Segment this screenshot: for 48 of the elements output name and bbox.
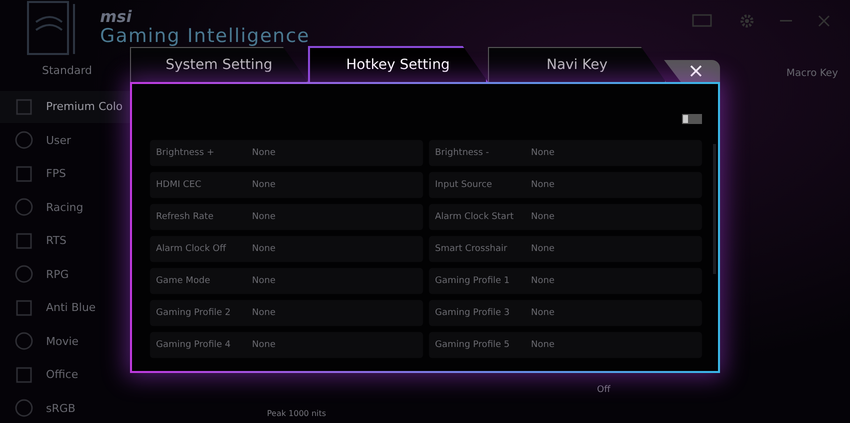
setting-value: Off: [597, 385, 610, 395]
sidebar-item[interactable]: User: [0, 124, 145, 156]
hotkey-row[interactable]: Brightness + None: [150, 140, 423, 166]
sidebar-item[interactable]: Anti Blue: [0, 292, 145, 324]
mode-icon: [14, 298, 34, 318]
close-icon: [690, 65, 702, 77]
hotkey-row[interactable]: Alarm Clock Start None: [429, 204, 702, 230]
mode-icon: [14, 130, 34, 150]
hotkey-row[interactable]: Brightness - None: [429, 140, 702, 166]
dialog-tab[interactable]: System Setting: [130, 47, 308, 82]
mode-icon: [14, 264, 34, 284]
sidebar-item[interactable]: Office: [0, 359, 145, 390]
app-title: Gaming Intelligence: [100, 25, 310, 47]
mode-icon: [14, 230, 34, 251]
mode-icon: [14, 364, 34, 385]
hotkey-row[interactable]: Game Mode None: [150, 268, 423, 294]
minimize-icon[interactable]: [780, 20, 792, 22]
hotkey-row[interactable]: Gaming Profile 3 None: [429, 300, 702, 326]
mode-icon: [14, 96, 34, 117]
hotkey-row[interactable]: Input Source None: [429, 172, 702, 198]
brand-logo: msi: [100, 9, 133, 25]
hotkey-row[interactable]: Gaming Profile 4 None: [150, 332, 423, 358]
toggle-switch[interactable]: [682, 114, 702, 124]
sidebar-item[interactable]: FPS: [0, 158, 145, 190]
dialog-tab[interactable]: Navi Key: [488, 47, 666, 82]
brightness-note: Peak 1000 nits: [267, 409, 326, 418]
hotkey-row[interactable]: Gaming Profile 2 None: [150, 300, 423, 326]
hotkey-row[interactable]: Alarm Clock Off None: [150, 236, 423, 262]
monitor-icon[interactable]: [692, 14, 714, 28]
mode-icon: [14, 197, 34, 218]
macro-key-tab[interactable]: Macro Key: [786, 68, 838, 79]
sidebar-item[interactable]: sRGB: [0, 392, 145, 423]
hotkey-row[interactable]: HDMI CEC None: [150, 172, 423, 198]
mode-icon: [14, 164, 34, 184]
sidebar-item[interactable]: Movie: [0, 326, 145, 357]
sidebar-item[interactable]: Racing: [0, 192, 145, 223]
sidebar-item[interactable]: RTS: [0, 225, 145, 256]
hotkey-row[interactable]: Gaming Profile 5 None: [429, 332, 702, 358]
hotkey-row[interactable]: Smart Crosshair None: [429, 236, 702, 262]
hotkey-row[interactable]: Gaming Profile 1 None: [429, 268, 702, 294]
settings-icon[interactable]: [740, 14, 754, 28]
sidebar-item[interactable]: RPG: [0, 258, 145, 290]
dialog-tab[interactable]: Hotkey Setting: [308, 46, 488, 82]
mode-icon: [14, 398, 34, 418]
close-button[interactable]: [664, 60, 720, 82]
close-icon[interactable]: [818, 15, 830, 27]
hotkey-row[interactable]: Refresh Rate None: [150, 204, 423, 230]
mode-icon: [14, 331, 34, 352]
